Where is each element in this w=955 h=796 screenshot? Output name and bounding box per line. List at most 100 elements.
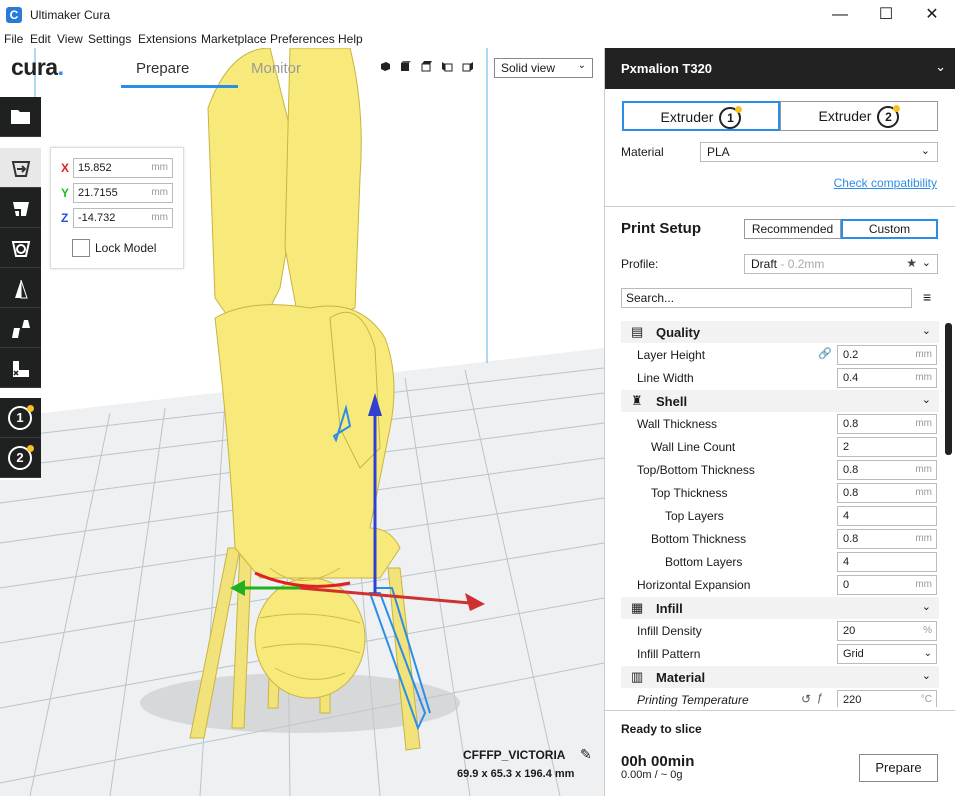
open-file-button[interactable] (0, 97, 41, 137)
support-blocker-button[interactable] (0, 348, 41, 388)
settings-search-input[interactable]: Search... (621, 288, 912, 308)
per-model-settings-button[interactable] (0, 308, 41, 348)
extruder-2-button[interactable]: 2 (0, 438, 41, 478)
setting-printing-temperature: Printing Temperature ↺ ƒ 220 °C (621, 689, 939, 707)
front-view-icon[interactable] (400, 61, 411, 72)
setting-top-layers: Top Layers 4 (621, 505, 939, 527)
profile-label: Profile: (621, 257, 659, 271)
close-button[interactable]: ✕ (909, 0, 955, 30)
minimize-button[interactable]: — (817, 0, 863, 30)
stage-monitor-tab[interactable]: Monitor (251, 60, 301, 77)
infill-density-input[interactable]: 20% (837, 621, 937, 641)
chevron-down-icon: ⌄ (921, 257, 931, 269)
3d-view-icon[interactable] (380, 61, 391, 72)
extruder-1-label: Extruder (660, 109, 714, 125)
slice-status: Ready to slice (621, 722, 702, 736)
shell-icon: ♜ (631, 393, 643, 408)
setting-wall-line-count: Wall Line Count 2 (621, 436, 939, 458)
setting-wall-thickness: Wall Thickness 0.8 mm (621, 413, 939, 435)
z-position-input[interactable]: -14.732 mm (73, 208, 173, 228)
y-axis-label: Y (61, 186, 70, 200)
layer-height-input[interactable]: 0.2 mm (837, 345, 937, 365)
object-name: CFFFP_VICTORIA (463, 748, 566, 762)
printer-selector[interactable]: Pxmalion T320 ⌄ (605, 48, 955, 89)
title-bar: C Ultimaker Cura — ☐ ✕ (0, 0, 955, 30)
move-tool-button[interactable] (0, 148, 41, 188)
infill-pattern-dropdown[interactable]: Grid ⌄ (837, 644, 937, 664)
setting-label: Horizontal Expansion (637, 578, 751, 592)
topbottom-thickness-input[interactable]: 0.8 mm (837, 460, 937, 480)
category-infill[interactable]: ▦ Infill ⌄ (621, 597, 939, 619)
menu-file[interactable]: File (4, 32, 23, 46)
menu-marketplace[interactable]: Marketplace (201, 32, 266, 46)
menu-extensions[interactable]: Extensions (138, 32, 197, 46)
scale-tool-button[interactable] (0, 188, 41, 228)
profile-dropdown[interactable]: Draft - 0.2mm ★ ⌄ (744, 254, 938, 274)
menu-edit[interactable]: Edit (30, 32, 51, 46)
extruder-2-tab[interactable]: Extruder 2 (780, 101, 938, 131)
stage-prepare-tab[interactable]: Prepare (136, 60, 189, 77)
bottom-layers-input[interactable]: 4 (837, 552, 937, 572)
quality-icon: ▤ (631, 324, 644, 339)
extruder-1-tab[interactable]: Extruder 1 (622, 101, 780, 131)
printing-temperature-input[interactable]: 220 °C (837, 690, 937, 707)
extruder-2-number: 2 (877, 105, 901, 129)
bottom-thickness-input[interactable]: 0.8 mm (837, 529, 937, 549)
chevron-down-icon: ⌄ (921, 601, 931, 613)
function-icon[interactable]: ƒ (817, 692, 823, 704)
extruder-1-button[interactable]: 1 (0, 398, 41, 438)
extruder-1-number: 1 (719, 106, 743, 130)
menu-help[interactable]: Help (338, 32, 363, 46)
settings-list: ▤ Quality ⌄ Layer Height 🔗 0.2 mm Line Wi… (621, 320, 939, 707)
top-view-icon[interactable] (421, 61, 432, 72)
chevron-down-icon: ⌄ (935, 59, 946, 74)
material-label: Material (621, 145, 664, 159)
chevron-down-icon: ⌄ (923, 648, 932, 659)
recommended-mode-button[interactable]: Recommended (744, 219, 841, 239)
category-quality[interactable]: ▤ Quality ⌄ (621, 321, 939, 343)
category-label: Material (656, 670, 706, 685)
left-view-icon[interactable] (442, 61, 453, 72)
wall-thickness-input[interactable]: 0.8 mm (837, 414, 937, 434)
x-position-input[interactable]: 15.852 mm (73, 158, 173, 178)
setting-horizontal-expansion: Horizontal Expansion 0 mm (621, 574, 939, 596)
rotate-tool-button[interactable] (0, 228, 41, 268)
setting-layer-height: Layer Height 🔗 0.2 mm (621, 344, 939, 366)
lock-model-checkbox[interactable] (72, 239, 90, 257)
category-label: Shell (656, 394, 688, 409)
settings-scrollbar[interactable] (945, 323, 952, 455)
menu-preferences[interactable]: Preferences (270, 32, 335, 46)
maximize-button[interactable]: ☐ (863, 0, 909, 30)
category-material[interactable]: ▥ Material ⌄ (621, 666, 939, 688)
line-width-input[interactable]: 0.4 mm (837, 368, 937, 388)
custom-mode-button[interactable]: Custom (841, 219, 938, 239)
mirror-tool-button[interactable] (0, 268, 41, 308)
prepare-button[interactable]: Prepare (859, 754, 938, 782)
setting-bottom-thickness: Bottom Thickness 0.8 mm (621, 528, 939, 550)
setting-label: Bottom Layers (665, 555, 743, 569)
setting-label: Infill Density (637, 624, 702, 638)
chevron-down-icon: ⌄ (921, 670, 931, 682)
active-stage-indicator (121, 85, 238, 88)
view-mode-dropdown[interactable]: Solid view ⌄ (494, 58, 593, 78)
menu-settings[interactable]: Settings (88, 32, 131, 46)
check-compatibility-link[interactable]: Check compatibility (834, 176, 937, 190)
category-shell[interactable]: ♜ Shell ⌄ (621, 390, 939, 412)
view-mode-value: Solid view (501, 61, 556, 75)
menu-view[interactable]: View (57, 32, 83, 46)
menu-bar: File Edit View Settings Extensions Marke… (0, 30, 955, 48)
reset-icon[interactable]: ↺ (801, 692, 811, 706)
per-model-settings-icon (12, 320, 30, 338)
right-view-icon[interactable] (462, 61, 473, 72)
horizontal-expansion-input[interactable]: 0 mm (837, 575, 937, 595)
edit-name-icon[interactable]: ✎ (580, 746, 592, 763)
top-thickness-input[interactable]: 0.8 mm (837, 483, 937, 503)
y-position-input[interactable]: 21.7155 mm (73, 183, 173, 203)
top-layers-input[interactable]: 4 (837, 506, 937, 526)
wall-line-count-input[interactable]: 2 (837, 437, 937, 457)
settings-menu-icon[interactable]: ≡ (923, 289, 931, 305)
extruder-dot-icon (27, 445, 34, 452)
star-icon[interactable]: ★ (906, 256, 917, 270)
x-axis-label: X (61, 161, 70, 175)
material-dropdown[interactable]: PLA ⌄ (700, 142, 938, 162)
